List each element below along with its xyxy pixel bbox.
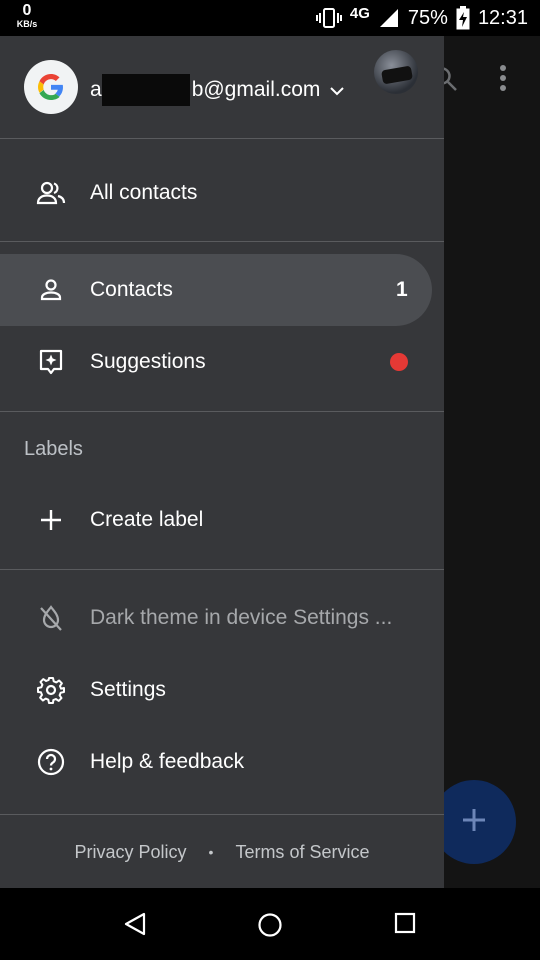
account-email: b@gmail.com — [191, 78, 321, 101]
home-icon[interactable] — [257, 912, 283, 943]
email-prefix: a — [90, 78, 102, 101]
nav-contacts-label: Contacts — [90, 278, 173, 301]
clock: 12:31 — [477, 6, 528, 29]
notification-dot — [390, 353, 408, 371]
status-bar: 0 KB/s 4G 75% 12:31 — [0, 0, 540, 36]
account-switcher[interactable]: a b@gmail.com — [90, 74, 345, 106]
help-label: Help & feedback — [90, 750, 245, 773]
back-icon[interactable] — [124, 912, 146, 941]
divider — [0, 814, 444, 815]
nav-contacts[interactable]: Contacts 1 — [0, 254, 444, 326]
settings-label: Settings — [90, 678, 166, 701]
contacts-count-badge: 1 — [396, 278, 408, 301]
signal-icon — [378, 7, 400, 29]
invert-colors-off-icon — [36, 603, 66, 633]
people-icon — [36, 178, 66, 208]
divider — [0, 138, 444, 139]
recents-icon[interactable] — [394, 912, 416, 939]
suggestions-icon — [36, 347, 66, 377]
add-contact-fab[interactable] — [432, 780, 516, 864]
avatar[interactable] — [374, 50, 418, 94]
network-speed-value: 0 — [22, 2, 32, 19]
create-label-text: Create label — [90, 508, 204, 531]
labels-heading: Labels — [24, 438, 83, 460]
gear-icon — [36, 675, 66, 705]
redacted-region — [101, 74, 190, 106]
nav-settings[interactable]: Settings — [0, 654, 444, 726]
nav-suggestions-label: Suggestions — [90, 350, 206, 373]
vibrate-icon — [315, 7, 342, 29]
chevron-down-icon — [330, 78, 345, 102]
system-navigation-bar — [0, 888, 540, 960]
footer-separator: • — [208, 844, 214, 860]
nav-suggestions[interactable]: Suggestions — [0, 326, 444, 398]
plus-icon — [460, 806, 488, 839]
network-speed: 0 KB/s — [14, 3, 40, 29]
more-options-icon[interactable] — [498, 64, 508, 97]
create-label-button[interactable]: Create label — [0, 484, 444, 556]
divider — [0, 241, 444, 242]
drawer-footer: Privacy Policy • Terms of Service — [0, 816, 444, 888]
navigation-drawer: a b@gmail.com All contacts Contacts 1 Su… — [0, 36, 444, 888]
dark-theme-info: Dark theme in device Settings ... — [0, 582, 444, 654]
nav-all-contacts-label: All contacts — [90, 181, 198, 204]
nav-all-contacts[interactable]: All contacts — [0, 157, 444, 229]
help-icon — [36, 747, 66, 777]
nav-help-feedback[interactable]: Help & feedback — [0, 726, 444, 798]
dark-theme-label: Dark theme in device Settings ... — [90, 606, 393, 629]
plus-icon — [36, 505, 66, 535]
battery-percent: 75% — [407, 6, 448, 29]
google-logo-icon — [24, 60, 78, 114]
network-type: 4G — [349, 4, 370, 22]
network-speed-unit: KB/s — [16, 19, 38, 29]
terms-of-service-link[interactable]: Terms of Service — [235, 842, 369, 863]
person-icon — [36, 275, 66, 305]
battery-charging-icon — [456, 6, 470, 30]
divider — [0, 411, 444, 412]
divider — [0, 569, 444, 570]
privacy-policy-link[interactable]: Privacy Policy — [75, 842, 187, 863]
account-header: a b@gmail.com — [0, 36, 444, 138]
